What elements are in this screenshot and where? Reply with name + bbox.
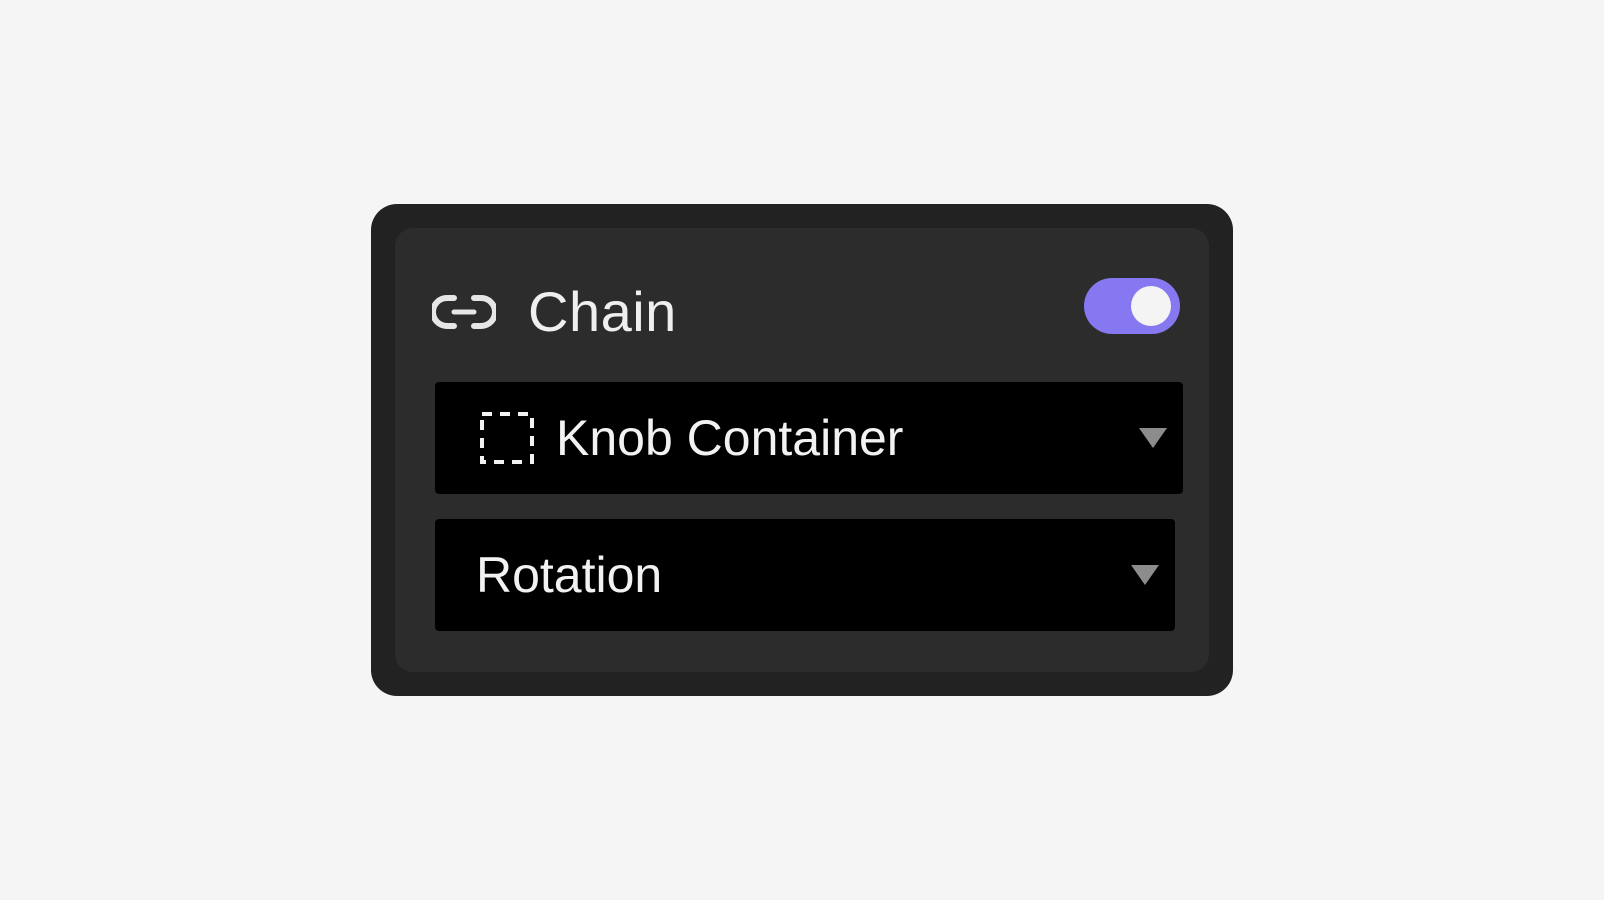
target-layer-value: Knob Container [556, 410, 904, 466]
caret-down-icon [1139, 428, 1167, 448]
property-dropdown[interactable]: Rotation [435, 519, 1175, 631]
toggle-knob [1131, 286, 1171, 326]
panel-title: Chain [528, 280, 677, 343]
caret-down-icon [1131, 565, 1159, 585]
chain-link-icon [430, 292, 498, 332]
chain-header: Chain [395, 228, 1209, 368]
property-value: Rotation [476, 547, 663, 603]
chain-enable-toggle[interactable] [1084, 278, 1180, 334]
target-layer-dropdown[interactable]: Knob Container [435, 382, 1183, 494]
chain-panel: Chain Knob Container Rotation [371, 204, 1233, 696]
dashed-container-icon [479, 411, 535, 465]
chain-panel-body: Chain Knob Container Rotation [395, 228, 1209, 672]
